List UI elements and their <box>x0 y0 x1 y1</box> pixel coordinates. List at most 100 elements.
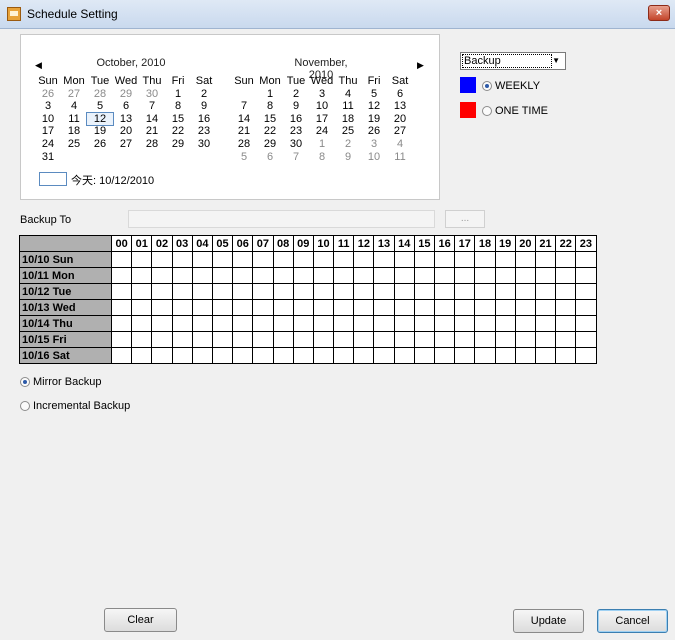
schedule-cell[interactable] <box>252 299 274 316</box>
schedule-cell[interactable] <box>292 251 314 268</box>
schedule-cell[interactable] <box>171 267 193 284</box>
schedule-cell[interactable] <box>575 331 597 348</box>
backup-path-field[interactable] <box>128 210 435 228</box>
calendar-day[interactable]: 1 <box>165 88 191 101</box>
schedule-cell[interactable] <box>494 251 516 268</box>
schedule-cell[interactable] <box>555 299 577 316</box>
prev-month-icon[interactable]: ◀ <box>35 60 42 71</box>
schedule-cell[interactable] <box>413 315 436 332</box>
schedule-cell[interactable] <box>353 251 375 268</box>
schedule-cell[interactable] <box>171 299 193 316</box>
schedule-cell[interactable] <box>514 299 536 316</box>
schedule-cell[interactable] <box>575 251 597 268</box>
calendar-day[interactable]: 5 <box>87 100 113 113</box>
schedule-cell[interactable] <box>272 267 294 284</box>
schedule-cell[interactable] <box>312 283 335 300</box>
calendar-day[interactable]: 2 <box>191 88 217 101</box>
schedule-cell[interactable] <box>333 331 355 348</box>
schedule-cell[interactable] <box>433 267 456 284</box>
calendar-day[interactable]: 16 <box>283 113 309 126</box>
schedule-cell[interactable] <box>373 347 395 364</box>
schedule-cell[interactable] <box>534 315 557 332</box>
calendar-day[interactable]: 7 <box>139 100 165 113</box>
schedule-cell[interactable] <box>494 299 516 316</box>
calendar-day[interactable]: 4 <box>61 100 87 113</box>
schedule-cell[interactable] <box>131 347 153 364</box>
schedule-cell[interactable] <box>514 315 536 332</box>
calendar-day[interactable]: 30 <box>139 88 165 101</box>
calendar-day[interactable]: 27 <box>387 125 413 138</box>
schedule-cell[interactable] <box>272 331 294 348</box>
calendar-day[interactable]: 2 <box>283 88 309 101</box>
schedule-cell[interactable] <box>272 299 294 316</box>
schedule-cell[interactable] <box>454 267 476 284</box>
schedule-cell[interactable] <box>151 347 173 364</box>
schedule-cell[interactable] <box>474 315 496 332</box>
schedule-cell[interactable] <box>393 283 415 300</box>
calendar-day[interactable]: 19 <box>361 113 387 126</box>
schedule-cell[interactable] <box>413 331 436 348</box>
calendar-day[interactable]: 27 <box>61 88 87 101</box>
schedule-cell[interactable] <box>131 251 153 268</box>
schedule-cell[interactable] <box>110 251 133 268</box>
schedule-cell[interactable] <box>272 283 294 300</box>
schedule-cell[interactable] <box>312 267 335 284</box>
schedule-cell[interactable] <box>555 267 577 284</box>
schedule-cell[interactable] <box>110 347 133 364</box>
calendar-day[interactable]: 28 <box>87 88 113 101</box>
schedule-cell[interactable] <box>131 315 153 332</box>
calendar-day[interactable]: 17 <box>309 113 335 126</box>
calendar-day[interactable]: 8 <box>165 100 191 113</box>
schedule-cell[interactable] <box>232 251 254 268</box>
schedule-cell[interactable] <box>514 331 536 348</box>
schedule-cell[interactable] <box>534 267 557 284</box>
calendar-day[interactable]: 15 <box>257 113 283 126</box>
calendar-day[interactable]: 14 <box>231 113 257 126</box>
one-time-radio[interactable] <box>482 106 492 116</box>
calendar-day[interactable]: 26 <box>35 88 61 101</box>
schedule-cell[interactable] <box>353 315 375 332</box>
schedule-cell[interactable] <box>110 267 133 284</box>
calendar-day[interactable]: 18 <box>61 125 87 138</box>
calendar-day[interactable]: 13 <box>113 113 139 126</box>
schedule-cell[interactable] <box>232 283 254 300</box>
schedule-cell[interactable] <box>413 251 436 268</box>
schedule-cell[interactable] <box>232 347 254 364</box>
calendar-day[interactable]: 5 <box>231 151 257 164</box>
schedule-cell[interactable] <box>494 315 516 332</box>
schedule-cell[interactable] <box>151 315 173 332</box>
schedule-cell[interactable] <box>211 299 234 316</box>
schedule-cell[interactable] <box>333 299 355 316</box>
schedule-cell[interactable] <box>433 315 456 332</box>
schedule-cell[interactable] <box>131 267 153 284</box>
calendar-day[interactable]: 26 <box>87 138 113 151</box>
calendar-day[interactable]: 24 <box>35 138 61 151</box>
schedule-cell[interactable] <box>171 315 193 332</box>
calendar-day[interactable]: 27 <box>113 138 139 151</box>
schedule-cell[interactable] <box>433 331 456 348</box>
schedule-cell[interactable] <box>211 347 234 364</box>
schedule-cell[interactable] <box>232 299 254 316</box>
schedule-cell[interactable] <box>292 347 314 364</box>
schedule-cell[interactable] <box>494 267 516 284</box>
schedule-cell[interactable] <box>272 347 294 364</box>
schedule-cell[interactable] <box>211 331 234 348</box>
next-month-icon[interactable]: ▶ <box>417 60 424 71</box>
schedule-cell[interactable] <box>555 251 577 268</box>
calendar-day[interactable]: 6 <box>257 151 283 164</box>
calendar-day[interactable]: 12 <box>86 111 114 127</box>
schedule-cell[interactable] <box>433 283 456 300</box>
calendar-day[interactable]: 22 <box>257 125 283 138</box>
calendar-day[interactable]: 15 <box>165 113 191 126</box>
schedule-cell[interactable] <box>211 251 234 268</box>
schedule-cell[interactable] <box>474 267 496 284</box>
schedule-cell[interactable] <box>312 299 335 316</box>
schedule-cell[interactable] <box>514 251 536 268</box>
calendar-day[interactable]: 25 <box>61 138 87 151</box>
schedule-cell[interactable] <box>151 299 173 316</box>
calendar-day[interactable]: 8 <box>257 100 283 113</box>
calendar-day[interactable]: 1 <box>309 138 335 151</box>
calendar-day[interactable]: 6 <box>387 88 413 101</box>
schedule-cell[interactable] <box>534 283 557 300</box>
schedule-cell[interactable] <box>191 267 213 284</box>
